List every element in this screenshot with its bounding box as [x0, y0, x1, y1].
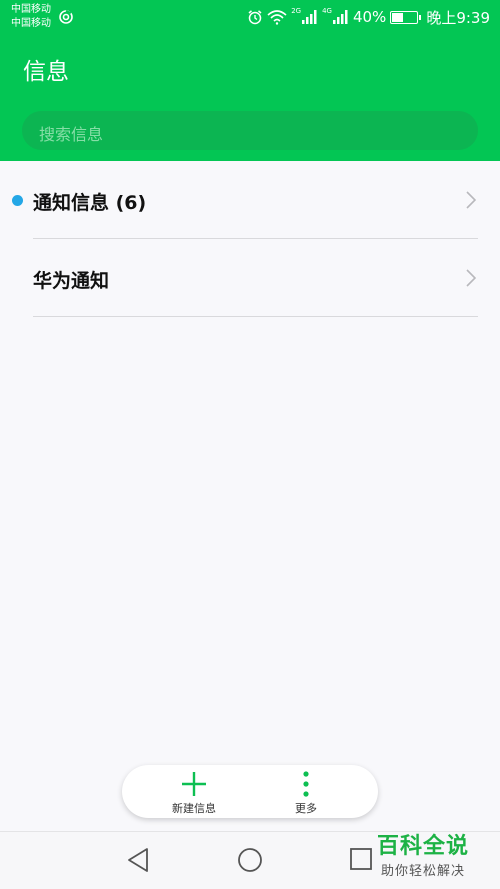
- list-item-notifications[interactable]: 通知信息 (6): [0, 161, 500, 239]
- battery-percent: 40%: [352, 8, 387, 26]
- list-item-label: 华为通知: [33, 270, 110, 292]
- wifi-icon: [267, 10, 287, 25]
- status-bar: 中国移动 中国移动 2G 4G 40% 晚上9:39: [0, 0, 500, 36]
- watermark-tagline: 助你轻松解决: [381, 864, 466, 879]
- battery-level: [392, 12, 403, 22]
- battery-icon: [390, 10, 422, 24]
- bottom-action-bar: 新建信息 更多: [122, 765, 378, 818]
- more-button[interactable]: 更多: [256, 765, 356, 818]
- network-type-2: 4G: [322, 7, 332, 15]
- carrier-1: 中国移动: [11, 4, 51, 15]
- new-message-label: 新建信息: [172, 802, 216, 815]
- chevron-right-icon: [466, 269, 476, 287]
- search-input[interactable]: 搜索信息: [22, 111, 478, 150]
- recent-apps-icon[interactable]: [349, 847, 373, 871]
- list-item-label: 通知信息 (6): [33, 192, 147, 214]
- watermark-logo: 百科全说: [377, 834, 470, 859]
- page-title: 信息: [23, 59, 69, 85]
- swirl-icon: [59, 10, 73, 24]
- app-header: 中国移动 中国移动 2G 4G 40% 晚上9:39 信息 搜索信息: [0, 0, 500, 161]
- more-vertical-icon: [303, 771, 309, 797]
- watermark: 百科全说 助你轻松解决: [377, 828, 489, 884]
- back-icon[interactable]: [126, 847, 150, 873]
- alarm-icon: [248, 10, 262, 25]
- unread-dot: [12, 195, 23, 206]
- more-label: 更多: [295, 802, 317, 815]
- signal-icon: [332, 10, 348, 24]
- signal-icon: [302, 10, 317, 24]
- carrier-2: 中国移动: [11, 18, 51, 29]
- list-item-huawei[interactable]: 华为通知: [0, 239, 500, 317]
- network-type-1: 2G: [291, 7, 302, 15]
- search-placeholder: 搜索信息: [39, 125, 104, 144]
- new-message-button[interactable]: 新建信息: [144, 765, 244, 818]
- divider: [33, 316, 478, 317]
- chevron-right-icon: [466, 191, 476, 209]
- home-icon[interactable]: [237, 847, 263, 873]
- plus-icon: [182, 772, 206, 796]
- clock: 晚上9:39: [426, 8, 490, 27]
